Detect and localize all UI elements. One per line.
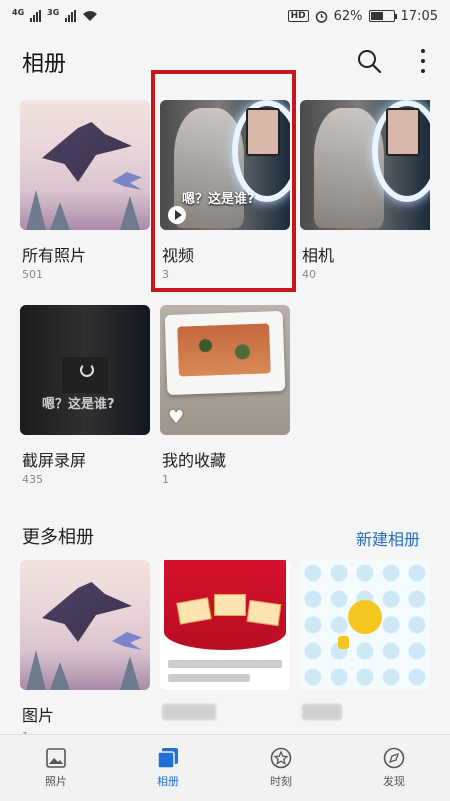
albums-icon (157, 748, 178, 769)
tab-photos[interactable]: 照片 (0, 735, 112, 801)
album-camera[interactable]: 相机 40 (300, 100, 430, 281)
signal-bars-icon (65, 10, 77, 22)
album-count: 1 (162, 473, 169, 486)
album-label: 所有照片 (22, 246, 87, 265)
app-logo-text-icon (338, 636, 350, 649)
clock: 17:05 (400, 8, 438, 24)
bottom-navigation: 照片 相册 时刻 发现 (0, 734, 450, 801)
blurred-label (162, 704, 216, 720)
tab-label: 时刻 (270, 775, 292, 788)
album-label: 截屏录屏 (22, 451, 87, 470)
status-bar: 4G 3G HD 62% 17:05 (0, 0, 450, 32)
thumbnail-caption: 嗯？这是谁? (42, 397, 115, 412)
alarm-icon (315, 10, 327, 23)
highlight-box (151, 70, 296, 292)
album-thumbnail (300, 100, 430, 230)
tab-label: 发现 (383, 775, 405, 788)
album-count: 501 (22, 268, 43, 281)
hd-badge: HD (287, 10, 309, 22)
more-options-icon[interactable] (410, 46, 436, 76)
signal-bars-icon (30, 10, 42, 22)
wifi-icon (83, 11, 98, 21)
album-label: 相机 (302, 246, 335, 265)
app-logo-icon (348, 600, 382, 634)
tab-label: 照片 (45, 775, 67, 788)
album-thumbnail (20, 100, 150, 230)
blurred-label (302, 704, 342, 720)
album-thumbnail (160, 560, 290, 690)
tab-label: 相册 (157, 775, 179, 788)
tab-albums[interactable]: 相册 (112, 735, 224, 801)
signal-label-2: 3G (47, 7, 60, 17)
new-album-button[interactable]: 新建相册 (356, 526, 420, 550)
discover-icon (383, 747, 405, 769)
tab-moments[interactable]: 时刻 (225, 735, 337, 801)
page-title: 相册 (22, 52, 67, 77)
loading-icon (62, 357, 108, 393)
section-title-more-albums: 更多相册 (22, 527, 94, 548)
battery-percent: 62% (333, 8, 363, 24)
album-label: 我的收藏 (162, 451, 227, 470)
album-blurred-1[interactable] (160, 560, 290, 720)
album-all-photos[interactable]: 所有照片 501 (20, 100, 150, 281)
heart-icon: ♥ (168, 407, 185, 428)
battery-icon (368, 10, 397, 22)
album-thumbnail (20, 560, 150, 690)
signal-label-1: 4G (12, 7, 25, 17)
album-pictures[interactable]: 图片 1 (20, 560, 150, 743)
album-thumbnail (300, 560, 430, 690)
album-thumbnail: ♥ (160, 305, 290, 435)
album-count: 435 (22, 473, 43, 486)
photos-icon (46, 748, 66, 768)
tab-discover[interactable]: 发现 (338, 735, 450, 801)
album-favorites[interactable]: ♥ 我的收藏 1 (160, 305, 290, 486)
album-screenshots[interactable]: 嗯？这是谁? 截屏录屏 435 (20, 305, 150, 486)
album-thumbnail: 嗯？这是谁? (20, 305, 150, 435)
search-icon[interactable] (356, 48, 382, 74)
album-blurred-2[interactable] (300, 560, 430, 720)
album-label: 图片 (22, 706, 55, 725)
album-count: 40 (302, 268, 316, 281)
moments-star-icon (270, 747, 292, 769)
